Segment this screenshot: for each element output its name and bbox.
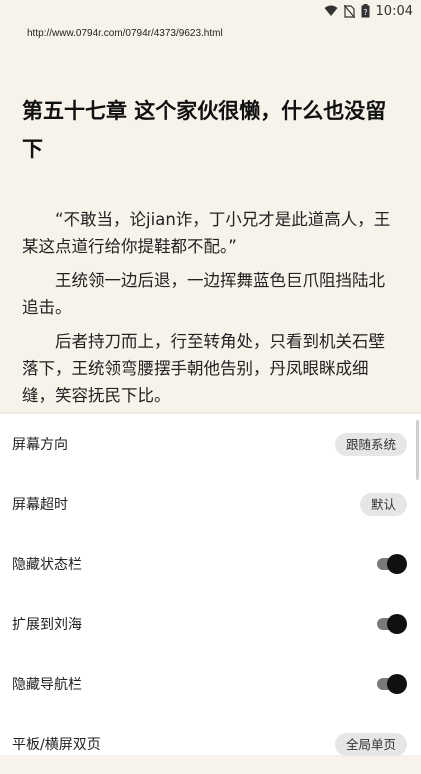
setting-extend-to-notch[interactable]: 扩展到刘海 [0, 594, 421, 654]
page-url: http://www.0794r.com/0794r/4373/9623.htm… [27, 28, 223, 39]
setting-tablet-dual-page[interactable]: 平板/横屏双页 全局单页 [0, 714, 421, 774]
setting-label: 隐藏状态栏 [12, 557, 82, 573]
svg-text:?: ? [363, 8, 367, 17]
setting-screen-orientation[interactable]: 屏幕方向 跟随系统 [0, 414, 421, 474]
setting-label: 隐藏导航栏 [12, 677, 82, 693]
chapter-title: 第五十七章 这个家伙很懒，什么也没留下 [22, 99, 387, 161]
status-time: 10:04 [375, 3, 413, 19]
extend-to-notch-toggle[interactable] [375, 614, 407, 634]
setting-hide-status-bar[interactable]: 隐藏状态栏 [0, 534, 421, 594]
setting-screen-timeout[interactable]: 屏幕超时 默认 [0, 474, 421, 534]
settings-panel: 屏幕方向 跟随系统 屏幕超时 默认 隐藏状态栏 扩展到刘海 隐藏导航栏 平板/横… [0, 414, 421, 756]
setting-label: 屏幕方向 [12, 437, 68, 453]
screen-orientation-chip[interactable]: 跟随系统 [334, 432, 407, 456]
scrollbar[interactable] [416, 420, 419, 480]
setting-label: 屏幕超时 [12, 497, 68, 513]
paragraph: 后者持刀而上，行至转角处，只看到机关石壁落下，王统领弯腰摆手朝他告别，丹凤眼眯成… [22, 332, 385, 405]
status-bar: ? 10:04 [0, 0, 421, 22]
setting-label: 扩展到刘海 [12, 617, 82, 633]
setting-label: 平板/横屏双页 [12, 737, 101, 753]
no-sim-icon [343, 4, 355, 18]
paragraph: “不敢当，论jian诈，丁小兄才是此道高人，王某这点道行给你提鞋都不配。” [22, 210, 391, 256]
tablet-dual-page-chip[interactable]: 全局单页 [334, 732, 407, 756]
setting-hide-nav-bar[interactable]: 隐藏导航栏 [0, 654, 421, 714]
hide-status-bar-toggle[interactable] [375, 554, 407, 574]
hide-nav-bar-toggle[interactable] [375, 674, 407, 694]
battery-icon: ? [361, 4, 370, 18]
wifi-icon [324, 5, 338, 17]
reader-view[interactable]: ? 10:04 http://www.0794r.com/0794r/4373/… [0, 0, 421, 414]
chapter-content: “不敢当，论jian诈，丁小兄才是此道高人，王某这点道行给你提鞋都不配。” 王统… [22, 206, 400, 414]
paragraph: 王统领一边后退，一边挥舞蓝色巨爪阻挡陆北追击。 [22, 271, 385, 317]
screen-timeout-chip[interactable]: 默认 [359, 492, 407, 516]
